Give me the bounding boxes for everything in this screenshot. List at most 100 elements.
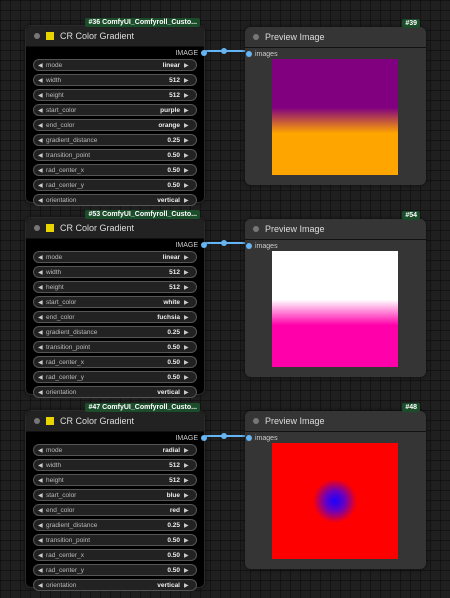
widget-transition-point[interactable]: ◀ transition_point 0.50 ▶ xyxy=(33,534,197,546)
arrow-right-icon[interactable]: ▶ xyxy=(184,197,192,204)
arrow-left-icon[interactable]: ◀ xyxy=(38,344,46,351)
arrow-right-icon[interactable]: ▶ xyxy=(184,374,192,381)
arrow-right-icon[interactable]: ▶ xyxy=(184,389,192,396)
arrow-left-icon[interactable]: ◀ xyxy=(38,254,46,261)
arrow-right-icon[interactable]: ▶ xyxy=(184,492,192,499)
arrow-left-icon[interactable]: ◀ xyxy=(38,507,46,514)
arrow-left-icon[interactable]: ◀ xyxy=(38,389,46,396)
output-port-icon[interactable] xyxy=(201,435,207,441)
arrow-right-icon[interactable]: ▶ xyxy=(184,552,192,559)
arrow-left-icon[interactable]: ◀ xyxy=(38,92,46,99)
arrow-left-icon[interactable]: ◀ xyxy=(38,447,46,454)
widget-orientation[interactable]: ◀ orientation vertical ▶ xyxy=(33,194,197,206)
arrow-right-icon[interactable]: ▶ xyxy=(184,314,192,321)
arrow-right-icon[interactable]: ▶ xyxy=(184,567,192,574)
arrow-right-icon[interactable]: ▶ xyxy=(184,507,192,514)
arrow-left-icon[interactable]: ◀ xyxy=(38,152,46,159)
widget-rad-center-y[interactable]: ◀ rad_center_y 0.50 ▶ xyxy=(33,564,197,576)
widget-start-color[interactable]: ◀ start_color blue ▶ xyxy=(33,489,197,501)
arrow-right-icon[interactable]: ▶ xyxy=(184,477,192,484)
arrow-left-icon[interactable]: ◀ xyxy=(38,314,46,321)
arrow-left-icon[interactable]: ◀ xyxy=(38,522,46,529)
widget-rad-center-x[interactable]: ◀ rad_center_x 0.50 ▶ xyxy=(33,356,197,368)
arrow-left-icon[interactable]: ◀ xyxy=(38,167,46,174)
node-title-bar[interactable]: CR Color Gradient xyxy=(26,218,204,239)
widget-width[interactable]: ◀ width 512 ▶ xyxy=(33,74,197,86)
cr-color-gradient-node-53[interactable]: #53 ComfyUI_Comfyroll_Custo... CR Color … xyxy=(25,210,207,398)
arrow-right-icon[interactable]: ▶ xyxy=(184,344,192,351)
widget-height[interactable]: ◀ height 512 ▶ xyxy=(33,474,197,486)
collapse-dot-icon[interactable] xyxy=(34,418,40,424)
widget-orientation[interactable]: ◀ orientation vertical ▶ xyxy=(33,386,197,398)
arrow-right-icon[interactable]: ▶ xyxy=(184,462,192,469)
widget-start-color[interactable]: ◀ start_color white ▶ xyxy=(33,296,197,308)
arrow-right-icon[interactable]: ▶ xyxy=(184,582,192,589)
arrow-left-icon[interactable]: ◀ xyxy=(38,107,46,114)
arrow-left-icon[interactable]: ◀ xyxy=(38,374,46,381)
arrow-left-icon[interactable]: ◀ xyxy=(38,477,46,484)
widget-rad-center-y[interactable]: ◀ rad_center_y 0.50 ▶ xyxy=(33,371,197,383)
widget-mode[interactable]: ◀ mode radial ▶ xyxy=(33,444,197,456)
output-port-icon[interactable] xyxy=(201,50,207,56)
arrow-right-icon[interactable]: ▶ xyxy=(184,152,192,159)
widget-mode[interactable]: ◀ mode linear ▶ xyxy=(33,251,197,263)
widget-start-color[interactable]: ◀ start_color purple ▶ xyxy=(33,104,197,116)
arrow-left-icon[interactable]: ◀ xyxy=(38,492,46,499)
arrow-right-icon[interactable]: ▶ xyxy=(184,284,192,291)
widget-rad-center-y[interactable]: ◀ rad_center_y 0.50 ▶ xyxy=(33,179,197,191)
arrow-right-icon[interactable]: ▶ xyxy=(184,359,192,366)
widget-width[interactable]: ◀ width 512 ▶ xyxy=(33,459,197,471)
widget-end-color[interactable]: ◀ end_color red ▶ xyxy=(33,504,197,516)
arrow-right-icon[interactable]: ▶ xyxy=(184,269,192,276)
arrow-left-icon[interactable]: ◀ xyxy=(38,582,46,589)
arrow-left-icon[interactable]: ◀ xyxy=(38,182,46,189)
arrow-left-icon[interactable]: ◀ xyxy=(38,197,46,204)
widget-orientation[interactable]: ◀ orientation vertical ▶ xyxy=(33,579,197,591)
collapse-dot-icon[interactable] xyxy=(253,34,259,40)
arrow-right-icon[interactable]: ▶ xyxy=(184,522,192,529)
arrow-right-icon[interactable]: ▶ xyxy=(184,92,192,99)
arrow-right-icon[interactable]: ▶ xyxy=(184,167,192,174)
widget-rad-center-x[interactable]: ◀ rad_center_x 0.50 ▶ xyxy=(33,164,197,176)
node-title-bar[interactable]: CR Color Gradient xyxy=(26,26,204,47)
collapse-dot-icon[interactable] xyxy=(253,226,259,232)
arrow-right-icon[interactable]: ▶ xyxy=(184,77,192,84)
arrow-left-icon[interactable]: ◀ xyxy=(38,299,46,306)
node-title-bar[interactable]: CR Color Gradient xyxy=(26,411,204,432)
output-port-icon[interactable] xyxy=(201,242,207,248)
arrow-right-icon[interactable]: ▶ xyxy=(184,254,192,261)
collapse-dot-icon[interactable] xyxy=(34,33,40,39)
arrow-right-icon[interactable]: ▶ xyxy=(184,107,192,114)
widget-gradient-distance[interactable]: ◀ gradient_distance 0.25 ▶ xyxy=(33,519,197,531)
arrow-right-icon[interactable]: ▶ xyxy=(184,329,192,336)
arrow-right-icon[interactable]: ▶ xyxy=(184,122,192,129)
arrow-left-icon[interactable]: ◀ xyxy=(38,137,46,144)
arrow-left-icon[interactable]: ◀ xyxy=(38,284,46,291)
arrow-left-icon[interactable]: ◀ xyxy=(38,77,46,84)
preview-image-node-54[interactable]: #54 Preview Image images xyxy=(245,211,426,377)
arrow-left-icon[interactable]: ◀ xyxy=(38,329,46,336)
arrow-left-icon[interactable]: ◀ xyxy=(38,359,46,366)
widget-height[interactable]: ◀ height 512 ▶ xyxy=(33,89,197,101)
input-port-icon[interactable] xyxy=(246,243,252,249)
widget-end-color[interactable]: ◀ end_color fuchsia ▶ xyxy=(33,311,197,323)
arrow-right-icon[interactable]: ▶ xyxy=(184,137,192,144)
preview-image-node-48[interactable]: #48 Preview Image images xyxy=(245,403,426,569)
arrow-right-icon[interactable]: ▶ xyxy=(184,62,192,69)
widget-end-color[interactable]: ◀ end_color orange ▶ xyxy=(33,119,197,131)
arrow-left-icon[interactable]: ◀ xyxy=(38,269,46,276)
widget-transition-point[interactable]: ◀ transition_point 0.50 ▶ xyxy=(33,149,197,161)
node-title-bar[interactable]: Preview Image xyxy=(245,411,426,432)
arrow-left-icon[interactable]: ◀ xyxy=(38,552,46,559)
widget-gradient-distance[interactable]: ◀ gradient_distance 0.25 ▶ xyxy=(33,326,197,338)
widget-mode[interactable]: ◀ mode linear ▶ xyxy=(33,59,197,71)
widget-height[interactable]: ◀ height 512 ▶ xyxy=(33,281,197,293)
cr-color-gradient-node-36[interactable]: #36 ComfyUI_Comfyroll_Custo... CR Color … xyxy=(25,18,207,206)
input-port-icon[interactable] xyxy=(246,435,252,441)
widget-transition-point[interactable]: ◀ transition_point 0.50 ▶ xyxy=(33,341,197,353)
arrow-right-icon[interactable]: ▶ xyxy=(184,182,192,189)
widget-width[interactable]: ◀ width 512 ▶ xyxy=(33,266,197,278)
preview-image-node-39[interactable]: #39 Preview Image images xyxy=(245,19,426,185)
widget-rad-center-x[interactable]: ◀ rad_center_x 0.50 ▶ xyxy=(33,549,197,561)
arrow-left-icon[interactable]: ◀ xyxy=(38,537,46,544)
